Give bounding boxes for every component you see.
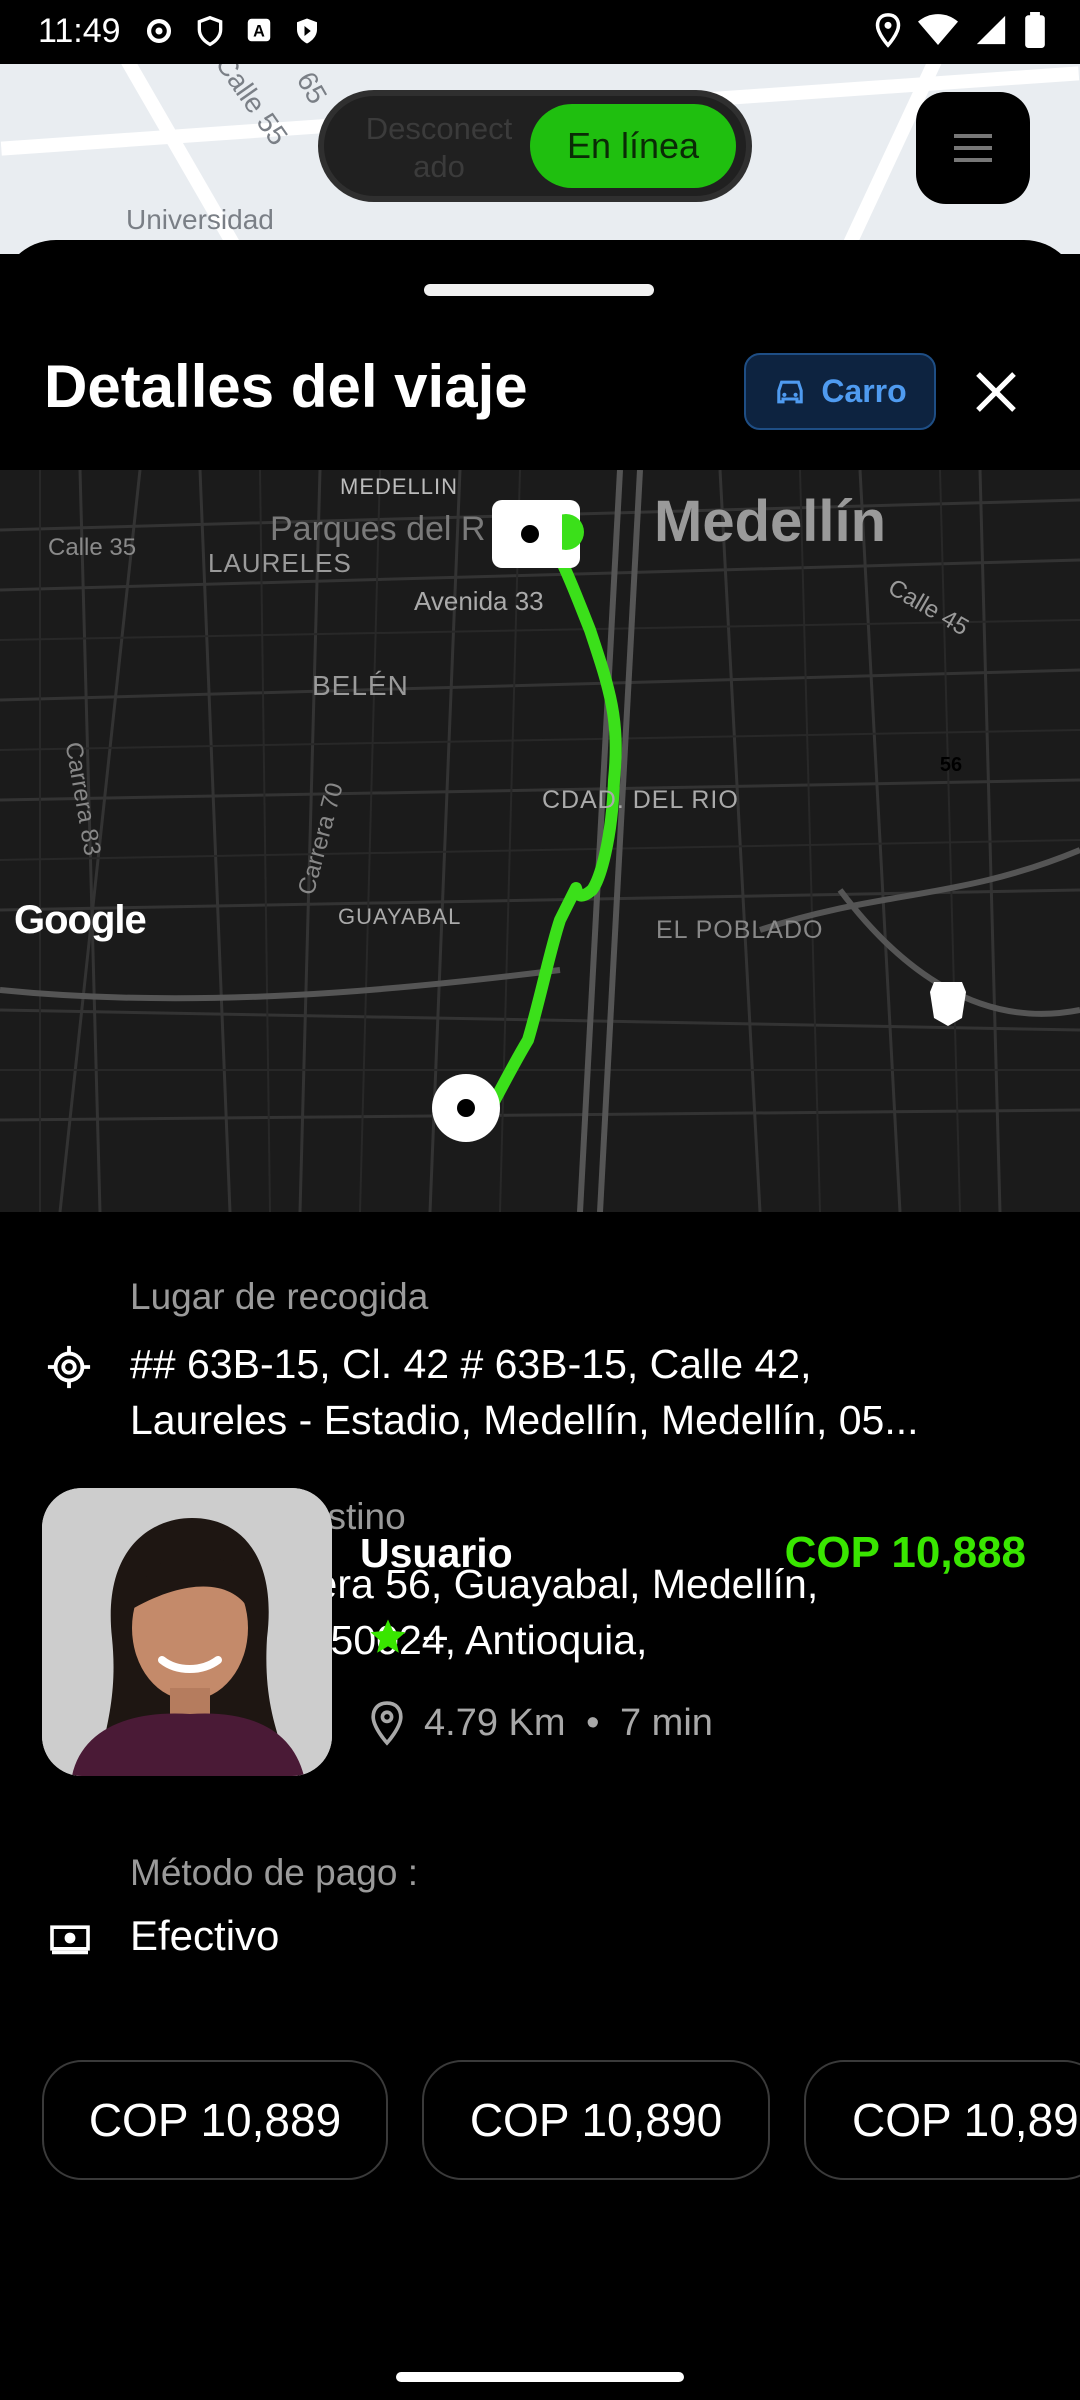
menu-icon-line (954, 134, 992, 138)
status-time: 11:49 (38, 12, 121, 50)
route-map-canvas (0, 470, 1080, 1212)
page-title: Detalles del viaje (44, 353, 528, 420)
passenger-rating: -- (422, 1614, 449, 1658)
map-label: Avenida 33 (414, 586, 544, 616)
battery-icon (1025, 12, 1045, 48)
toggle-offline-text: Desconectado (365, 111, 513, 184)
trip-distance-duration: 4.79 Km • 7 min (424, 1702, 713, 1745)
map-label: Medellín (654, 489, 887, 554)
route-shield-label: 56 (939, 754, 963, 776)
map-label: Calle 35 (48, 534, 137, 561)
distance-pin-icon (371, 1701, 403, 1746)
wifi-icon (918, 14, 958, 45)
vehicle-type-badge: Carro (744, 353, 936, 430)
trip-price: COP 10,888 (784, 1528, 1026, 1577)
meta-separator: • (586, 1702, 600, 1744)
passenger-name: Usuario (360, 1530, 513, 1576)
menu-icon-line (954, 158, 992, 162)
map-label: MEDELLIN (340, 474, 459, 499)
background-map[interactable]: Calle 55 Universidad 65 Desconectado En … (0, 64, 1080, 254)
svg-text:A: A (253, 22, 265, 40)
map-label: GUAYABAL (338, 904, 462, 929)
target-icon (47, 1345, 91, 1389)
map-label: EL POBLADO (656, 916, 824, 944)
map-label: BELÉN (312, 670, 409, 701)
menu-icon-line (954, 146, 992, 150)
map-street-label: 65 (290, 66, 334, 109)
offer-button[interactable]: COP 10,89 (804, 2060, 1080, 2180)
google-attribution: Google (14, 898, 147, 942)
pickup-address[interactable]: ## 63B-15, Cl. 42 # 63B-15, Calle 42, La… (130, 1336, 1030, 1448)
payment-method-value: Efectivo (130, 1912, 280, 1959)
pickup-address-line: Laureles - Estadio, Medellín, Medellín, … (130, 1397, 919, 1443)
toggle-offline-label[interactable]: Desconectado (354, 110, 524, 186)
shield-icon (197, 15, 223, 47)
map-street-label: Universidad (126, 204, 274, 235)
menu-button[interactable] (916, 92, 1030, 204)
map-label: LAURELES (208, 548, 352, 578)
trip-distance: 4.79 Km (424, 1702, 566, 1744)
car-icon (777, 380, 804, 403)
trip-duration: 7 min (619, 1702, 713, 1744)
star-icon (370, 1619, 406, 1653)
a-app-icon: A (247, 18, 271, 42)
payment-method-label: Método de pago : (130, 1852, 418, 1893)
map-label: CDAD. DEL RIO (542, 786, 739, 814)
vehicle-type-label: Carro (821, 373, 907, 409)
pickup-label: Lugar de recogida (130, 1276, 429, 1317)
play-shield-icon (297, 18, 317, 44)
avatar[interactable] (42, 1488, 332, 1776)
cash-icon (50, 1925, 90, 1955)
pickup-address-line: ## 63B-15, Cl. 42 # 63B-15, Calle 42, (130, 1341, 812, 1387)
status-bar: 11:49 A (0, 0, 1080, 64)
online-status-toggle[interactable]: Desconectado En línea (318, 90, 752, 202)
offer-button[interactable]: COP 10,889 (42, 2060, 388, 2180)
route-map[interactable]: MEDELLIN Medellín Parques del R LAURELES… (0, 470, 1080, 1212)
sheet-drag-handle[interactable] (424, 284, 654, 296)
map-label: Parques del R (270, 510, 486, 548)
settings-icon (146, 18, 172, 44)
avatar-image (42, 1488, 332, 1776)
close-icon[interactable] (972, 368, 1020, 416)
gesture-nav-bar[interactable] (396, 2372, 684, 2382)
location-icon (875, 13, 901, 48)
signal-icon (976, 15, 1006, 45)
offer-button[interactable]: COP 10,890 (422, 2060, 770, 2180)
toggle-online-label[interactable]: En línea (530, 104, 736, 188)
